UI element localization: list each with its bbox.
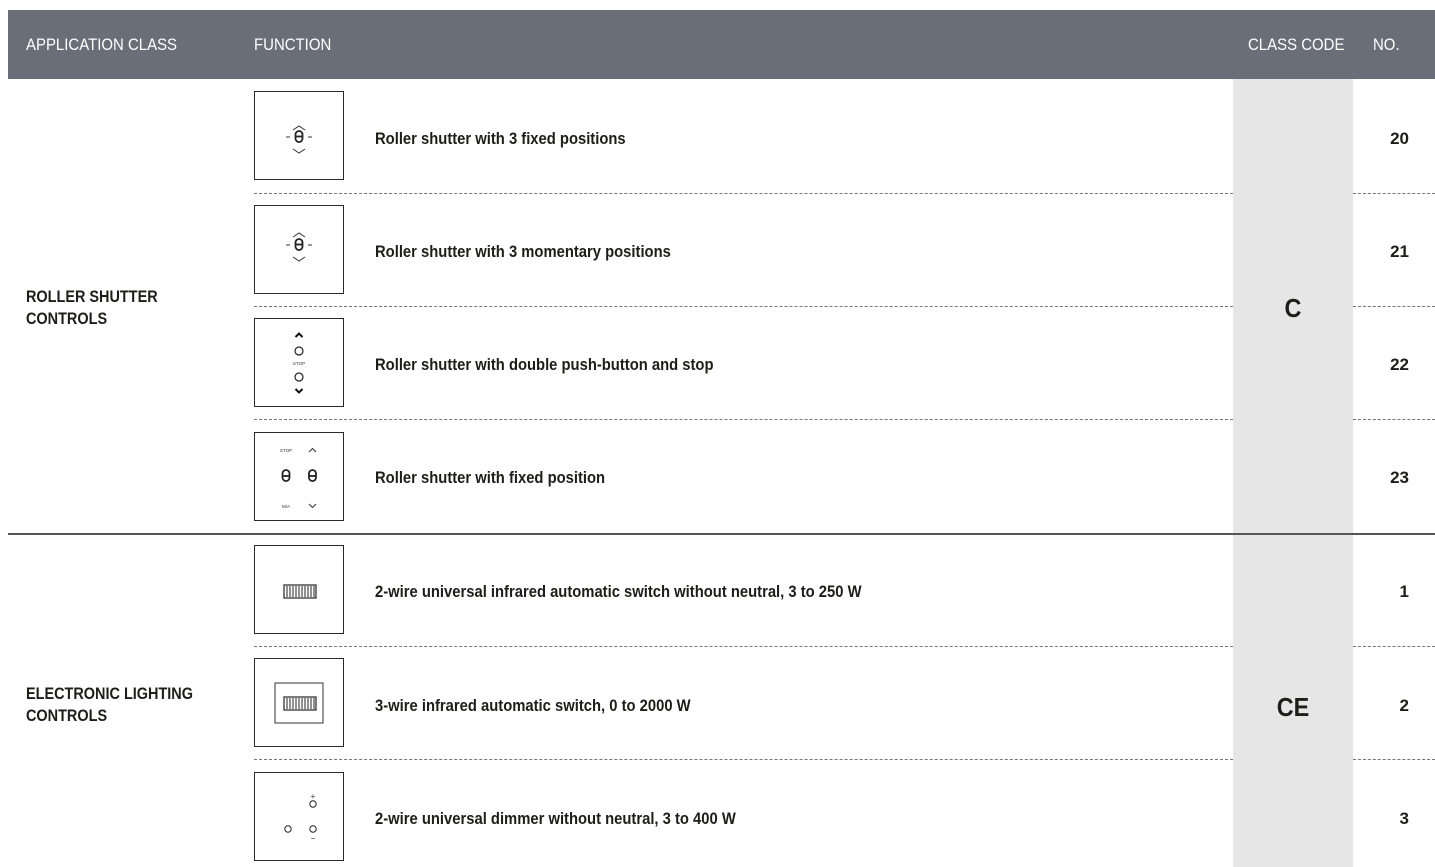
- item-number: 23: [1390, 468, 1409, 487]
- row-divider: [254, 306, 1233, 307]
- header-application-class: APPLICATION CLASS: [26, 35, 178, 54]
- row-divider: [254, 646, 1233, 647]
- function-label: Roller shutter with 3 momentary position…: [375, 242, 671, 261]
- function-label: Roller shutter with fixed position: [375, 468, 606, 487]
- function-label: Roller shutter with 3 fixed positions: [375, 129, 626, 148]
- header-function: FUNCTION: [254, 35, 332, 54]
- dimmer-buttons-icon: + −: [254, 772, 344, 861]
- svg-text:STOP: STOP: [280, 448, 292, 453]
- group-divider: [8, 533, 1435, 535]
- row-divider: [1353, 759, 1435, 760]
- toggle-three-position-icon: [254, 205, 344, 294]
- svg-text:−: −: [311, 834, 316, 843]
- svg-text:+: +: [311, 792, 316, 801]
- row-divider: [1353, 419, 1435, 420]
- row-divider: [254, 759, 1233, 760]
- row-divider: [254, 419, 1233, 420]
- item-number: 21: [1390, 242, 1409, 261]
- row-divider: [1353, 646, 1435, 647]
- product-table: APPLICATION CLASS FUNCTION CLASS CODE NO…: [0, 0, 1435, 867]
- item-number: 20: [1390, 129, 1409, 148]
- item-number: 22: [1390, 355, 1409, 374]
- table-header: APPLICATION CLASS FUNCTION CLASS CODE NO…: [8, 10, 1435, 79]
- class-code-c: C: [1284, 293, 1302, 323]
- header-no: NO.: [1373, 35, 1400, 54]
- header-class-code: CLASS CODE: [1248, 35, 1345, 54]
- svg-text:M/A: M/A: [282, 504, 290, 509]
- function-label: Roller shutter with double push-button a…: [375, 355, 714, 374]
- toggle-three-position-icon: [254, 91, 344, 180]
- svg-text:STOP: STOP: [293, 361, 305, 366]
- row-divider: [1353, 193, 1435, 194]
- row-divider: [1353, 306, 1435, 307]
- item-number: 1: [1399, 582, 1409, 601]
- framed-infrared-sensor-icon: [254, 658, 344, 747]
- application-class-roller-shutter: ROLLER SHUTTER CONTROLS: [26, 287, 158, 328]
- double-toggle-icon: STOP M/A: [254, 432, 344, 521]
- function-label: 3-wire infrared automatic switch, 0 to 2…: [375, 696, 691, 715]
- class-code-ce: CE: [1276, 692, 1310, 722]
- item-number: 2: [1399, 696, 1409, 715]
- function-label: 2-wire universal infrared automatic swit…: [375, 582, 862, 601]
- up-stop-down-buttons-icon: STOP: [254, 318, 344, 407]
- application-class-electronic-lighting: ELECTRONIC LIGHTING CONTROLS: [26, 684, 193, 725]
- item-number: 3: [1399, 809, 1409, 828]
- function-label: 2-wire universal dimmer without neutral,…: [375, 809, 736, 828]
- infrared-sensor-icon: [254, 545, 344, 634]
- row-divider: [254, 193, 1233, 194]
